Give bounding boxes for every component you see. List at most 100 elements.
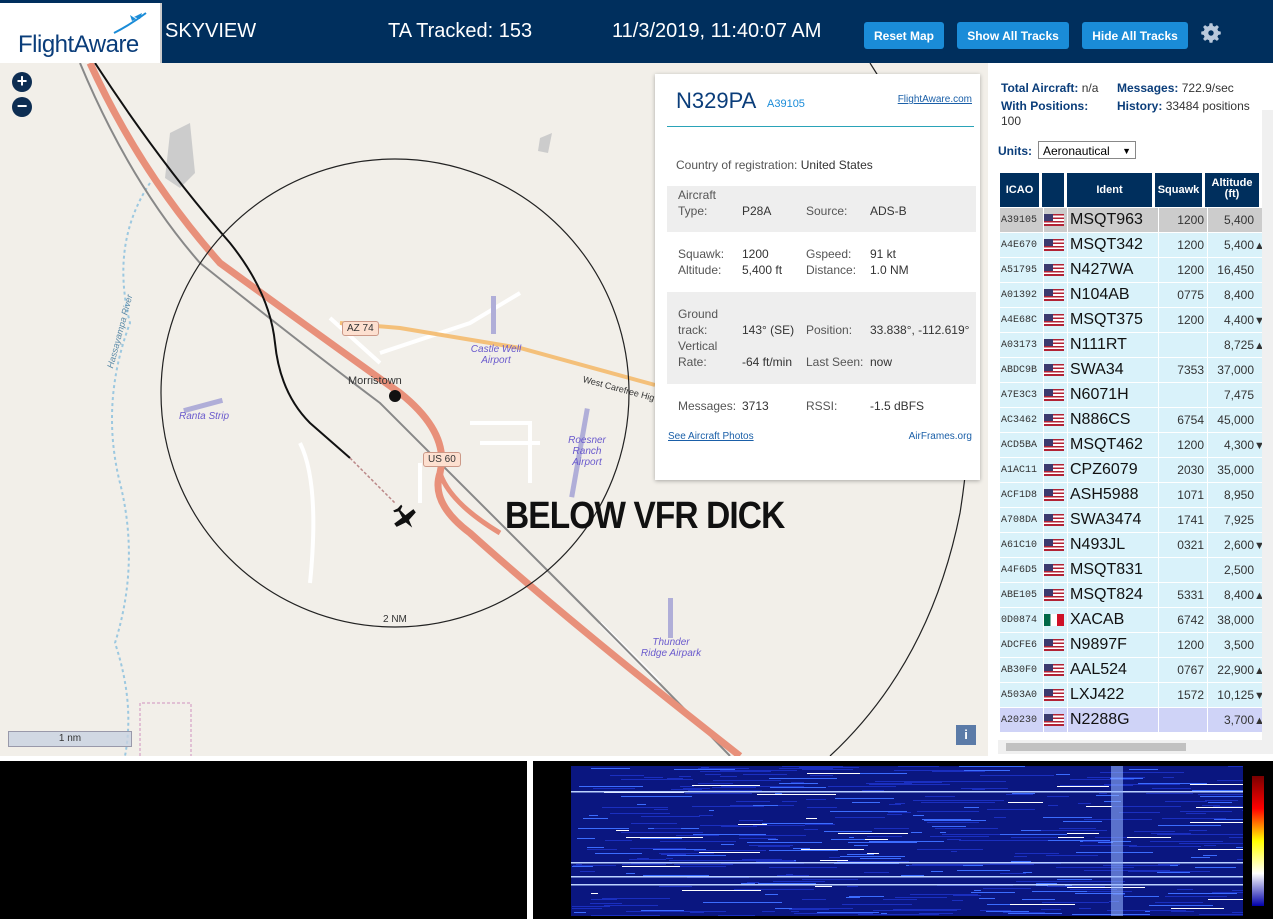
table-row[interactable]: A01392 N104AB 0775 8,400	[1000, 282, 1267, 308]
altitude-value: 4,400	[1223, 313, 1254, 327]
aircraft-photos-link[interactable]: See Aircraft Photos	[668, 431, 754, 442]
table-row[interactable]: A03173 N111RT 8,725▲	[1000, 332, 1267, 358]
waterfall-trace	[848, 842, 917, 843]
waterfall-trace	[1010, 904, 1075, 905]
table-row[interactable]: A503A0 LXJ422 1572 10,125▼	[1000, 682, 1267, 708]
icao-cell: A4F6D5	[1000, 557, 1044, 583]
waterfall-trace	[622, 864, 666, 865]
sidebar-vertical-scrollbar[interactable]	[1262, 110, 1273, 740]
gear-icon[interactable]	[1198, 20, 1224, 46]
waterfall-trace	[1009, 794, 1033, 795]
waterfall-trace	[1242, 810, 1243, 811]
table-row[interactable]: AC3462 N886CS 6754 45,000	[1000, 407, 1267, 433]
waterfall-trace	[1070, 779, 1134, 780]
type-section: Aircraft Type: P28A Source: ADS-B	[667, 186, 976, 232]
waterfall-trace	[587, 847, 604, 848]
flightaware-link[interactable]: FlightAware.com	[898, 94, 972, 105]
table-row[interactable]: A51795 N427WA 1200 16,450	[1000, 257, 1267, 283]
waterfall-trace	[622, 866, 680, 867]
squawk-cell: 1200	[1158, 432, 1208, 458]
airframes-link[interactable]: AirFrames.org	[909, 431, 972, 442]
flag-cell	[1043, 657, 1068, 683]
table-row[interactable]: A20230 N2288G 3,700▲	[1000, 707, 1267, 733]
show-all-tracks-button[interactable]: Show All Tracks	[957, 22, 1069, 49]
hide-all-tracks-button[interactable]: Hide All Tracks	[1082, 22, 1188, 49]
waterfall-trace	[640, 838, 682, 839]
waterfall-trace	[979, 898, 995, 899]
table-row[interactable]: ACF1D8 ASH5988 1071 8,950	[1000, 482, 1267, 508]
flag-cell	[1043, 532, 1068, 558]
col-header-ident[interactable]: Ident	[1067, 173, 1152, 207]
waterfall-trace	[1121, 837, 1171, 838]
table-row[interactable]: A4E68C MSQT375 1200 4,400▼	[1000, 307, 1267, 333]
waterfall-trace	[922, 819, 971, 820]
waterfall-trace	[840, 856, 905, 857]
waterfall-trace	[1190, 784, 1243, 785]
waterfall-trace	[703, 902, 782, 903]
waterfall-trace	[1205, 800, 1238, 801]
table-row[interactable]: 0D0874 XACAB 6742 38,000	[1000, 607, 1267, 633]
scroll-thumb[interactable]	[1006, 743, 1186, 751]
icao-cell: AC3462	[1000, 407, 1044, 433]
col-header-squawk[interactable]: Squawk	[1155, 173, 1202, 207]
waterfall-trace	[680, 786, 694, 787]
waterfall-trace	[590, 903, 622, 904]
waterfall-trace	[1151, 833, 1191, 834]
town-label: Morristown	[348, 375, 402, 387]
waterfall-trace	[1163, 777, 1174, 778]
waterfall-trace	[1155, 902, 1203, 903]
altitude-cell: 8,400▲	[1207, 582, 1267, 608]
map-info-button[interactable]: i	[956, 725, 976, 745]
zoom-in-button[interactable]: +	[12, 72, 32, 92]
icao-cell: A01392	[1000, 282, 1044, 308]
altitude-cell: 38,000	[1207, 607, 1267, 633]
table-row[interactable]: A708DA SWA3474 1741 7,925	[1000, 507, 1267, 533]
flag-cell	[1043, 332, 1068, 358]
table-row[interactable]: A1AC11 CPZ6079 2030 35,000	[1000, 457, 1267, 483]
table-row[interactable]: A61C10 N493JL 0321 2,600▼	[1000, 532, 1267, 558]
table-row[interactable]: ABE105 MSQT824 5331 8,400▲	[1000, 582, 1267, 608]
waterfall-trace	[1057, 786, 1109, 787]
reset-map-button[interactable]: Reset Map	[864, 22, 944, 49]
zoom-out-button[interactable]: −	[12, 97, 32, 117]
waterfall-line	[571, 884, 1243, 886]
positions-stat: With Positions: 100	[1001, 99, 1089, 128]
flightaware-logo[interactable]: FlightAware	[0, 3, 162, 63]
table-row[interactable]: ADCFE6 N9897F 1200 3,500	[1000, 632, 1267, 658]
col-header-altitude[interactable]: Altitude (ft)	[1205, 173, 1259, 207]
col-header-flag[interactable]	[1042, 173, 1064, 207]
squawk-cell: 1741	[1158, 507, 1208, 533]
waterfall-trace	[1157, 872, 1190, 873]
waterfall-trace	[849, 837, 854, 838]
waterfall-trace	[1191, 857, 1210, 858]
waterfall-trace	[874, 828, 909, 829]
table-row[interactable]: A7E3C3 N6071H 7,475	[1000, 382, 1267, 408]
color-scale-bar	[1252, 776, 1264, 906]
distance-value: 1.0 NM	[870, 263, 909, 277]
waterfall-trace	[1003, 912, 1045, 913]
waterfall-trace	[824, 831, 872, 832]
table-row[interactable]: A39105 MSQT963 1200 5,400	[1000, 208, 1267, 233]
sidebar-horizontal-scrollbar[interactable]	[998, 740, 1273, 754]
waterfall-trace	[1124, 896, 1159, 897]
waterfall-trace	[676, 911, 726, 912]
altitude-value: 16,450	[1217, 263, 1254, 277]
last-seen-value: now	[870, 355, 893, 369]
waterfall-trace	[604, 905, 658, 906]
table-row[interactable]: ABDC9B SWA34 7353 37,000	[1000, 357, 1267, 383]
table-row[interactable]: A4E670 MSQT342 1200 5,400▲	[1000, 232, 1267, 258]
waterfall-trace	[1198, 794, 1243, 795]
waterfall-trace	[693, 834, 766, 835]
squawk-cell: 7353	[1158, 357, 1208, 383]
waterfall-trace	[616, 830, 629, 831]
icao-cell: ABDC9B	[1000, 357, 1044, 383]
table-row[interactable]: ACD5BA MSQT462 1200 4,300▼	[1000, 432, 1267, 458]
waterfall-trace	[1128, 871, 1210, 872]
table-row[interactable]: AB30F0 AAL524 0767 22,900▲	[1000, 657, 1267, 683]
vertical-rate-value: -64 ft/min	[742, 355, 793, 369]
table-row[interactable]: A4F6D5 MSQT831 2,500	[1000, 557, 1267, 583]
waterfall-trace	[959, 766, 1025, 767]
waterfall-trace	[762, 823, 833, 824]
col-header-icao[interactable]: ICAO	[1000, 173, 1039, 207]
units-select[interactable]: Aeronautical ▼	[1038, 141, 1136, 159]
